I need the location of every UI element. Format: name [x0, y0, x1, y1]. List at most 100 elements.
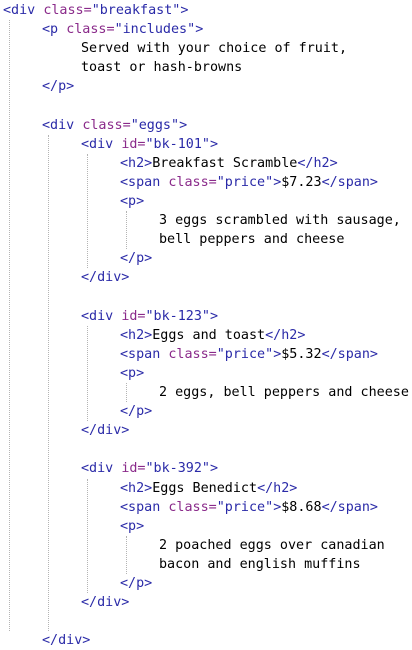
html-tag-token: </h2>: [297, 155, 338, 171]
html-tag-token: </h2>: [257, 480, 298, 496]
code-line: <div id="bk-101">: [81, 135, 218, 154]
attribute-name-token: id=: [121, 461, 146, 477]
text-token: bacon and english muffins: [159, 556, 361, 572]
html-tag-token: </p>: [120, 251, 153, 267]
html-tag-token: </div>: [81, 423, 130, 439]
code-line: <span class="price">$5.32</span>: [120, 345, 378, 364]
code-line: Served with your choice of fruit,: [81, 39, 347, 58]
html-tag-token: >: [180, 3, 189, 18]
code-line: </p>: [120, 402, 152, 421]
code-line: <p class="includes">: [42, 20, 203, 39]
html-tag-token: <h2>: [120, 155, 153, 171]
code-line: toast or hash-browns: [81, 58, 242, 77]
html-tag-token: <h2>: [120, 327, 153, 343]
text-token: 3 eggs scrambled with sausage,: [159, 213, 401, 229]
text-token: 2 eggs, bell peppers and cheese: [159, 385, 409, 400]
html-tag-token: </div>: [81, 595, 130, 611]
code-line: 2 poached eggs over canadian: [159, 536, 385, 555]
html-tag-token: <h2>: [120, 480, 153, 496]
text-token: 2 poached eggs over canadian: [159, 537, 385, 553]
attribute-value-token: "eggs": [130, 117, 180, 133]
text-token: $7.23: [281, 174, 322, 190]
attribute-value-token: "bk-392": [145, 461, 211, 477]
text-token: $8.68: [281, 499, 322, 515]
text-token: Served with your choice of fruit,: [81, 41, 348, 57]
indent-guide: [87, 478, 88, 594]
html-tag-token: >: [210, 461, 219, 477]
text-token: toast or hash-browns: [81, 60, 243, 76]
html-tag-token: </p>: [42, 79, 75, 95]
html-tag-token: <span: [120, 346, 161, 362]
attribute-name-token: id=: [121, 136, 146, 152]
attribute-name-token: class=: [66, 22, 115, 38]
indent-guide: [9, 20, 10, 632]
code-line: 3 eggs scrambled with sausage,: [159, 211, 401, 230]
code-line: <h2>Eggs Benedict</h2>: [120, 479, 297, 498]
html-tag-token: >: [210, 308, 219, 324]
code-line: <div class="breakfast">: [3, 1, 188, 20]
html-tag-token: </div>: [81, 270, 130, 286]
code-line: </p>: [42, 77, 74, 96]
code-line: bell peppers and cheese: [159, 230, 344, 249]
html-tag-token: <p>: [120, 194, 145, 209]
text-token: Eggs Benedict: [152, 480, 258, 496]
code-line: 2 eggs, bell peppers and cheese: [159, 383, 409, 402]
html-tag-token: </div>: [42, 633, 91, 649]
code-line: <span class="price">$7.23</span>: [120, 173, 378, 192]
html-tag-token: </p>: [120, 404, 153, 420]
html-tag-token: </span>: [321, 174, 378, 190]
html-tag-token: <p>: [120, 518, 145, 534]
html-tag-token: <p: [42, 22, 59, 38]
attribute-value-token: "price": [216, 346, 274, 362]
html-tag-token: <p>: [120, 365, 145, 381]
attribute-value-token: "bk-101": [145, 136, 211, 152]
indent-guide: [126, 211, 127, 250]
html-tag-token: <div: [42, 117, 75, 133]
attribute-name-token: id=: [121, 308, 146, 324]
code-line: <p>: [120, 517, 144, 536]
code-line: <div class="eggs">: [42, 116, 187, 135]
attribute-value-token: "breakfast": [91, 3, 181, 18]
html-tag-token: <div: [81, 461, 114, 477]
code-line: <div id="bk-123">: [81, 307, 218, 326]
text-token: $5.32: [281, 346, 322, 362]
html-tag-token: <span: [120, 499, 161, 515]
attribute-name-token: class=: [168, 174, 217, 190]
html-tag-token: <div: [3, 3, 36, 18]
html-tag-token: >: [210, 136, 219, 152]
code-line: <h2>Eggs and toast</h2>: [120, 326, 305, 345]
code-line: </div>: [42, 631, 90, 650]
html-tag-token: >: [195, 22, 204, 38]
html-tag-token: </p>: [120, 576, 153, 591]
code-line: </div>: [81, 268, 129, 287]
attribute-name-token: class=: [82, 117, 131, 133]
text-token: bell peppers and cheese: [159, 232, 345, 248]
indent-guide: [87, 153, 88, 269]
html-tag-token: </h2>: [265, 327, 306, 343]
text-token: Breakfast Scramble: [152, 155, 298, 171]
code-line: </div>: [81, 593, 129, 612]
indent-guide: [48, 134, 49, 632]
attribute-name-token: class=: [168, 346, 217, 362]
indent-guide: [87, 325, 88, 422]
code-line: </p>: [120, 249, 152, 268]
html-tag-token: </span>: [321, 499, 378, 515]
code-line: <p>: [120, 364, 144, 383]
html-tag-token: >: [179, 117, 188, 133]
html-tag-token: <div: [81, 136, 114, 152]
attribute-name-token: class=: [168, 499, 217, 515]
code-editor[interactable]: <div class="breakfast"> <p class="include…: [0, 0, 412, 649]
code-line: <div id="bk-392">: [81, 459, 218, 478]
attribute-name-token: class=: [43, 3, 92, 18]
attribute-value-token: "price": [216, 499, 274, 515]
indent-guide: [126, 535, 127, 574]
code-line: <span class="price">$8.68</span>: [120, 498, 378, 517]
code-line: <p>: [120, 192, 144, 211]
attribute-value-token: "includes": [114, 22, 196, 38]
text-token: Eggs and toast: [152, 327, 266, 343]
html-tag-token: <div: [81, 308, 114, 324]
code-line: </div>: [81, 421, 129, 440]
html-tag-token: <span: [120, 174, 161, 190]
code-line: </p>: [120, 574, 152, 593]
